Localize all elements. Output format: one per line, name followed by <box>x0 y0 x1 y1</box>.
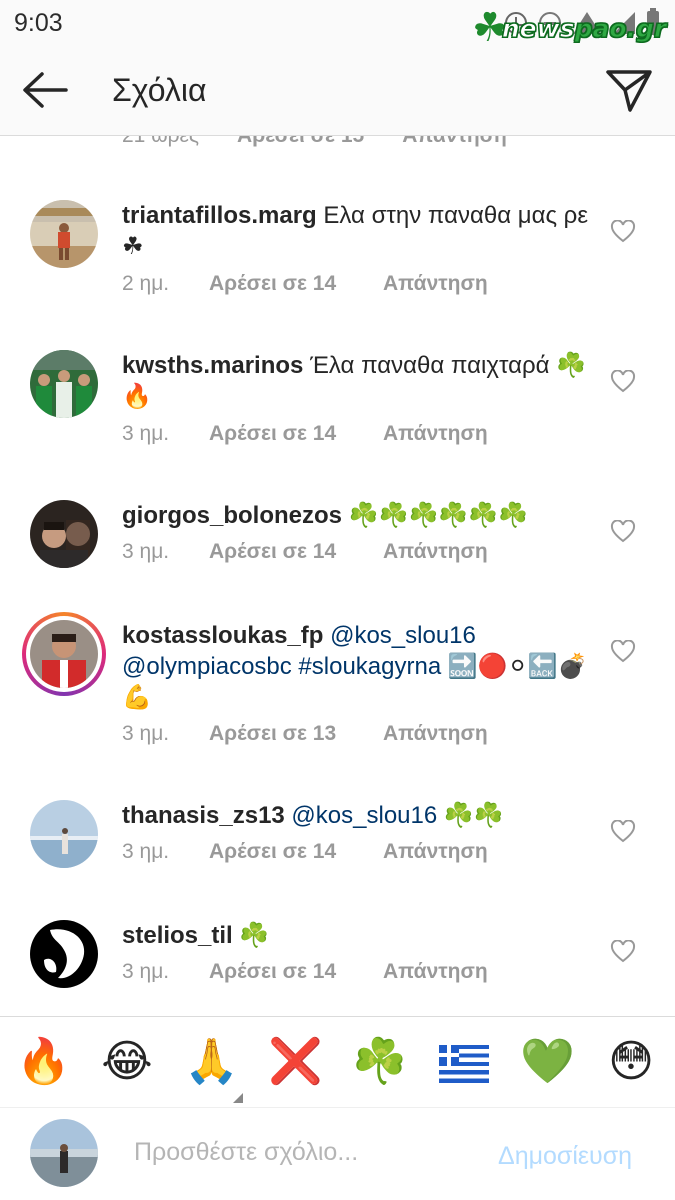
praying-hands-emoji-button[interactable]: 🙏 <box>184 1035 239 1089</box>
greek-flag-emoji-button[interactable] <box>439 1045 489 1083</box>
clipped-comment-meta: 21 ώρες Αρέσει σε 15 Απάντηση <box>122 136 507 148</box>
comment-username[interactable]: thanasis_zs13 <box>122 802 285 829</box>
comment-username[interactable]: kostassloukas_fp <box>122 622 323 649</box>
comment-time: 3 ημ. <box>122 722 170 745</box>
emoji-quick-bar: 🔥 😂 🙏 ❌ ☘️ 💚 😳 <box>0 1016 675 1108</box>
avatar[interactable] <box>30 800 98 868</box>
comment-time: 2 ημ. <box>122 272 170 295</box>
newspao-watermark: ☘ newspao.gr <box>472 4 667 52</box>
comment-username[interactable]: stelios_til <box>122 922 233 949</box>
comment-time: 3 ημ. <box>122 960 170 983</box>
comment-text: kwsths.marinos Έλα παναθα παιχταρά ☘️ 🔥 <box>122 350 592 412</box>
comment-username[interactable]: giorgos_bolonezos <box>122 502 342 529</box>
page-title: Σχόλια <box>112 72 207 108</box>
comment-body: ☘️☘️☘️☘️☘️☘️ <box>342 502 528 529</box>
comment-text: stelios_til ☘️ <box>122 920 592 951</box>
comment-body: ☘️ <box>232 922 270 949</box>
comment-meta: 3 ημ. Αρέσει σε 14 Απάντηση <box>122 540 488 564</box>
comment-body: ☘️☘️ <box>437 802 504 829</box>
comment-likes[interactable]: Αρέσει σε 14 <box>209 272 383 296</box>
comment-likes[interactable]: Αρέσει σε 14 <box>209 422 383 446</box>
comment-text: thanasis_zs13 @kos_slou16 ☘️☘️ <box>122 800 592 831</box>
comment-meta: 3 ημ. Αρέσει σε 14 Απάντηση <box>122 840 488 864</box>
own-avatar <box>30 1119 98 1187</box>
heart-icon[interactable] <box>610 370 636 394</box>
tears-of-joy-emoji-button[interactable]: 😂 <box>100 1035 154 1089</box>
fire-emoji-button[interactable]: 🔥 <box>16 1035 71 1089</box>
reply-button[interactable]: Απάντηση <box>383 722 488 746</box>
comment-text: kostassloukas_fp @kos_slou16 @olympiacos… <box>122 620 592 713</box>
shamrock-emoji-button[interactable]: ☘️ <box>352 1035 407 1089</box>
comment-composer: Δημοσίευση <box>0 1108 675 1200</box>
comment-likes[interactable]: Αρέσει σε 13 <box>209 722 383 746</box>
reply-button[interactable]: Απάντηση <box>383 540 488 564</box>
green-heart-emoji-button[interactable]: 💚 <box>520 1035 575 1089</box>
avatar[interactable] <box>30 920 98 988</box>
avatar[interactable] <box>30 500 98 568</box>
comment-time: 3 ημ. <box>122 840 170 863</box>
reply-button[interactable]: Απάντηση <box>383 840 488 864</box>
comment-text: triantafillos.marg Ελα στην παναθα μας ρ… <box>122 200 592 262</box>
avatar <box>30 620 98 688</box>
reply-button[interactable]: Απάντηση <box>383 272 488 296</box>
heart-icon[interactable] <box>610 520 636 544</box>
comment-username[interactable]: triantafillos.marg <box>122 202 317 229</box>
comment-likes[interactable]: Αρέσει σε 14 <box>209 960 383 984</box>
status-time: 9:03 <box>14 9 63 37</box>
back-arrow-icon[interactable] <box>20 70 70 110</box>
heart-icon[interactable] <box>610 220 636 244</box>
heart-icon[interactable] <box>610 940 636 964</box>
story-avatar[interactable] <box>22 612 106 696</box>
publish-button[interactable]: Δημοσίευση <box>498 1142 632 1171</box>
comment-time: 3 ημ. <box>122 422 170 445</box>
top-bar: Σχόλια <box>0 46 675 136</box>
comment-meta: 3 ημ. Αρέσει σε 14 Απάντηση <box>122 960 488 984</box>
heart-icon[interactable] <box>610 640 636 664</box>
avatar[interactable] <box>30 350 98 418</box>
comment-meta: 3 ημ. Αρέσει σε 14 Απάντηση <box>122 422 488 446</box>
watermark-text: newspao.gr <box>501 13 667 43</box>
comment-meta: 3 ημ. Αρέσει σε 13 Απάντηση <box>122 722 488 746</box>
comment-text: giorgos_bolonezos ☘️☘️☘️☘️☘️☘️ <box>122 500 592 531</box>
comment-input[interactable] <box>134 1138 474 1167</box>
direct-send-icon[interactable] <box>604 68 654 114</box>
comment-likes[interactable]: Αρέσει σε 14 <box>209 840 383 864</box>
avatar[interactable] <box>30 200 98 268</box>
flushed-face-emoji-button[interactable]: 😳 <box>604 1035 658 1089</box>
reply-button[interactable]: Απάντηση <box>383 960 488 984</box>
heart-icon[interactable] <box>610 820 636 844</box>
skin-tone-indicator-icon <box>233 1093 243 1103</box>
comment-time: 3 ημ. <box>122 540 170 563</box>
comments-list[interactable]: 21 ώρες Αρέσει σε 15 Απάντηση triantafil… <box>0 136 675 1016</box>
cross-mark-emoji-button[interactable]: ❌ <box>268 1035 323 1089</box>
comment-mentions[interactable]: @kos_slou16 <box>285 802 437 829</box>
reply-button[interactable]: Απάντηση <box>383 422 488 446</box>
comment-username[interactable]: kwsths.marinos <box>122 352 303 379</box>
comment-meta: 2 ημ. Αρέσει σε 14 Απάντηση <box>122 272 488 296</box>
comment-likes[interactable]: Αρέσει σε 14 <box>209 540 383 564</box>
